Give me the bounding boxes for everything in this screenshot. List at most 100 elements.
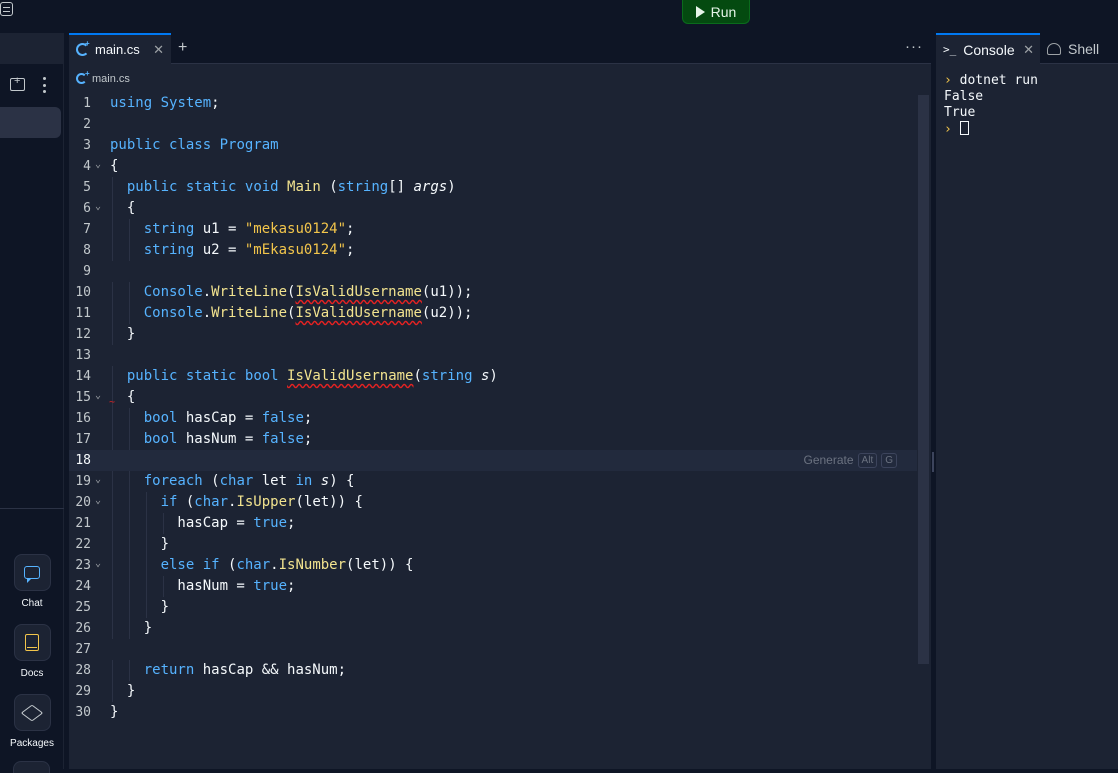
code-line[interactable]: 28 return hasCap && hasNum; — [69, 660, 917, 681]
code-line[interactable]: 17 bool hasNum = false; — [69, 429, 917, 450]
code-line[interactable]: 6 ⌄ { — [69, 198, 917, 219]
tab-shell[interactable]: Shell — [1040, 33, 1118, 64]
code-editor-pane: main.cs ✕ + ··· main.cs 1using System;23… — [69, 33, 931, 769]
code-text: hasCap = true; — [110, 515, 296, 531]
console-line: True — [944, 105, 976, 120]
line-number: 19 — [75, 474, 91, 489]
code-line[interactable]: 10 Console.WriteLine(IsValidUsername(u1)… — [69, 282, 917, 303]
code-line[interactable]: 13 — [69, 345, 917, 366]
code-text: } — [110, 599, 170, 615]
line-number: 21 — [75, 516, 91, 531]
console-output[interactable]: › dotnet run False True › — [944, 73, 1038, 137]
editor-tab-bar: main.cs ✕ + ··· — [69, 33, 931, 64]
code-line[interactable]: 15 ⌄ {~ — [69, 387, 917, 408]
code-text: public class Program — [110, 137, 279, 153]
line-number: 24 — [75, 579, 91, 594]
code-line[interactable]: 4 ⌄ { — [69, 156, 917, 177]
code-line[interactable]: 1 using System; — [69, 93, 917, 114]
console-line: › dotnet run — [944, 73, 1038, 88]
tab-console[interactable]: >_ Console ✕ — [936, 33, 1040, 64]
code-line[interactable]: 5 public static void Main (string[] args… — [69, 177, 917, 198]
line-number: 9 — [83, 264, 91, 279]
code-text: foreach (char let in s) { — [143, 473, 355, 489]
tool-chat[interactable]: Chat — [0, 554, 64, 609]
selected-file-item[interactable] — [0, 107, 61, 138]
shortcut-key: Alt — [857, 453, 878, 468]
code-line[interactable]: 20 ⌄ if (char.IsUpper(let)) { — [69, 492, 917, 513]
new-folder-icon[interactable] — [10, 75, 25, 91]
code-line[interactable]: 29 } — [69, 681, 917, 702]
add-tab-icon[interactable]: + — [178, 39, 187, 57]
close-tab-icon[interactable]: ✕ — [153, 42, 164, 58]
line-number: 12 — [75, 327, 91, 342]
chat-button[interactable] — [13, 554, 51, 591]
code-line[interactable]: 7 string u1 = "mekasu0124"; — [69, 219, 917, 240]
docs-icon — [25, 634, 39, 651]
fold-chevron-icon[interactable]: ⌄ — [95, 154, 101, 175]
more-options-icon[interactable]: ··· — [905, 38, 923, 55]
docs-button[interactable] — [13, 624, 51, 661]
run-button-label: Run — [710, 3, 737, 20]
editor-scrollbar[interactable] — [918, 95, 929, 664]
code-line[interactable]: 24 hasNum = true; — [69, 576, 917, 597]
code-line[interactable]: 25 } — [69, 597, 917, 618]
shortcut-key: G — [881, 453, 897, 468]
fold-chevron-icon[interactable]: ⌄ — [95, 553, 101, 574]
line-number: 28 — [75, 663, 91, 678]
prompt-caret-icon: › — [944, 73, 952, 88]
code-line[interactable]: 23 ⌄ else if (char.IsNumber(let)) { — [69, 555, 917, 576]
code-line[interactable]: 3 public class Program — [69, 135, 917, 156]
code-line[interactable]: 11 Console.WriteLine(IsValidUsername(u2)… — [69, 303, 917, 324]
code-line[interactable]: 19 ⌄ foreach (char let in s) { — [69, 471, 917, 492]
sidebar-search[interactable] — [0, 33, 64, 64]
fold-chevron-icon[interactable]: ⌄ — [95, 469, 101, 490]
code-area[interactable]: 1 using System; 2 3 public class Program 4 ⌄{5… — [69, 93, 917, 723]
code-line[interactable]: 18 Generate Alt G — [69, 450, 917, 471]
code-line[interactable]: 22 } — [69, 534, 917, 555]
kebab-menu-icon[interactable] — [42, 77, 46, 93]
code-line[interactable]: 21 hasCap = true; — [69, 513, 917, 534]
code-line[interactable]: 16 bool hasCap = false; — [69, 408, 917, 429]
code-text: string u1 = "mekasu0124"; — [143, 221, 355, 237]
fold-chevron-icon[interactable]: ⌄ — [95, 490, 101, 511]
code-line[interactable]: 30} — [69, 702, 917, 723]
console-tab-bar: >_ Console ✕ Shell — [936, 33, 1118, 64]
tool-more[interactable] — [13, 761, 50, 773]
code-text: } — [110, 704, 119, 720]
run-button[interactable]: Run — [682, 0, 750, 24]
tool-label: Packages — [10, 738, 54, 749]
shell-icon — [1047, 42, 1061, 55]
generate-hint[interactable]: Generate Alt G — [804, 450, 897, 471]
fold-chevron-icon[interactable]: ⌄ — [95, 196, 101, 217]
line-number: 17 — [75, 432, 91, 447]
tab-main-cs[interactable]: main.cs ✕ — [69, 33, 171, 64]
tab-label: Shell — [1068, 40, 1100, 57]
code-line[interactable]: 9 — [69, 261, 917, 282]
code-line[interactable]: 2 — [69, 114, 917, 135]
close-tab-icon[interactable]: ✕ — [1023, 42, 1034, 58]
line-number: 11 — [75, 306, 91, 321]
line-number: 29 — [75, 684, 91, 699]
breadcrumb-file[interactable]: main.cs — [92, 73, 130, 85]
line-number: 6 — [83, 201, 91, 216]
menu-icon[interactable] — [0, 2, 13, 16]
pane-resize-handle[interactable] — [932, 452, 934, 472]
play-icon — [695, 5, 705, 18]
code-text: } — [110, 683, 136, 699]
code-line[interactable]: 27 — [69, 639, 917, 660]
line-number: 15 — [75, 390, 91, 405]
code-text: Console.WriteLine(IsValidUsername(u2)); — [143, 305, 473, 321]
code-line[interactable]: 8 string u2 = "mEkasu0124"; — [69, 240, 917, 261]
packages-button[interactable] — [13, 694, 51, 731]
tool-packages[interactable]: Packages — [0, 694, 64, 749]
tool-docs[interactable]: Docs — [0, 624, 64, 679]
top-bar: Run — [0, 0, 1118, 33]
code-line[interactable]: 26 } — [69, 618, 917, 639]
line-number: 8 — [83, 243, 91, 258]
code-text: if (char.IsUpper(let)) { — [160, 494, 363, 510]
fold-chevron-icon[interactable]: ⌄ — [95, 385, 101, 406]
tool-label: Docs — [20, 668, 44, 679]
console-pane: >_ Console ✕ Shell › dotnet run False Tr… — [936, 33, 1118, 769]
code-line[interactable]: 14 public static bool IsValidUsername(st… — [69, 366, 917, 387]
code-line[interactable]: 12 } — [69, 324, 917, 345]
